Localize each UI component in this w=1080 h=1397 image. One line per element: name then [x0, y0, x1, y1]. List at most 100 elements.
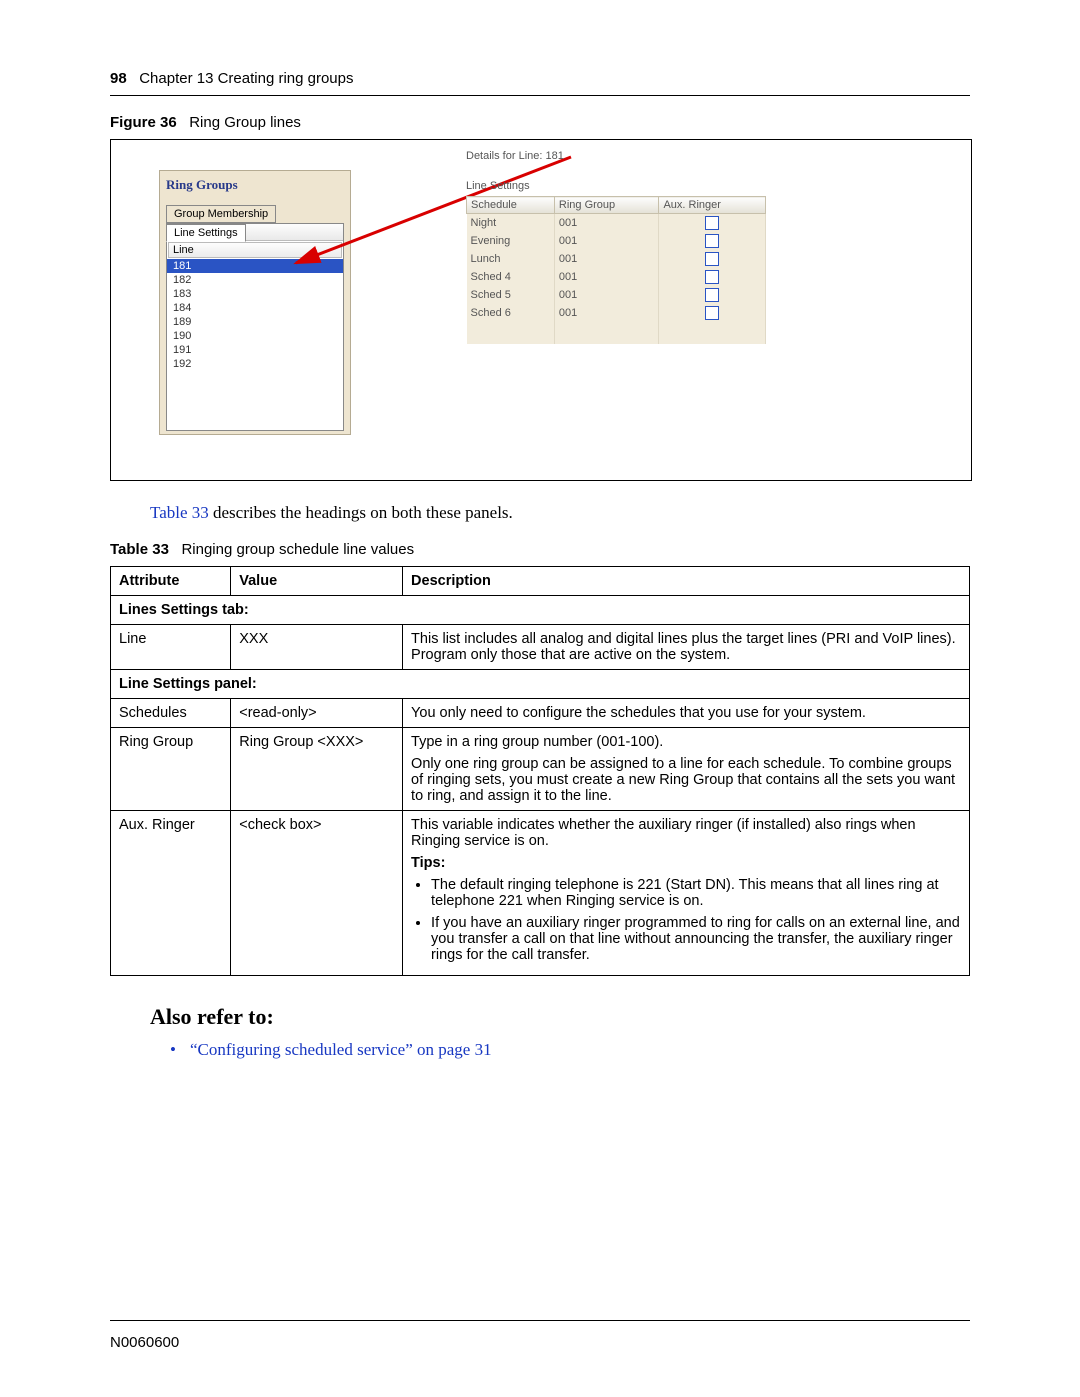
tips-label: Tips: [411, 855, 961, 871]
line-item[interactable]: 191 [167, 343, 343, 357]
checkbox-icon[interactable] [705, 270, 719, 284]
checkbox-icon[interactable] [705, 288, 719, 302]
chapter-title: Chapter 13 Creating ring groups [139, 70, 353, 87]
t33-row: Aux. Ringer <check box> This variable in… [111, 811, 970, 976]
t33-section-panel: Line Settings panel: [111, 670, 970, 699]
lines-tab-body: Lines Line 181 182 183 184 189 190 191 1… [166, 223, 344, 431]
line-item[interactable]: 184 [167, 301, 343, 315]
cell-ring-group: 001 [554, 250, 659, 268]
t33-desc-line: Only one ring group can be assigned to a… [411, 756, 961, 804]
details-title: Details for Line: 181 [466, 150, 766, 162]
cell-aux[interactable] [659, 286, 766, 304]
t33-attr: Line [111, 625, 231, 670]
cell-schedule: Sched 5 [467, 286, 555, 304]
cell-schedule: Sched 6 [467, 304, 555, 322]
t33-attr: Schedules [111, 699, 231, 728]
t33-section-label: Lines Settings tab: [111, 596, 970, 625]
refer-link[interactable]: “Configuring scheduled service” on page … [170, 1040, 492, 1059]
t33-row: Schedules <read-only> You only need to c… [111, 699, 970, 728]
t33-section-label: Line Settings panel: [111, 670, 970, 699]
cell-schedule: Sched 4 [467, 268, 555, 286]
table33-link[interactable]: Table 33 [150, 503, 209, 522]
t33-attr: Aux. Ringer [111, 811, 231, 976]
line-list[interactable]: 181 182 183 184 189 190 191 192 [167, 259, 343, 430]
t33-h-value: Value [231, 567, 403, 596]
t33-desc: This list includes all analog and digita… [403, 625, 970, 670]
t33-row: Line XXX This list includes all analog a… [111, 625, 970, 670]
line-settings-label: Line Settings [466, 180, 766, 192]
details-panel: Details for Line: 181 Line Settings Sche… [466, 150, 766, 344]
t33-desc: Type in a ring group number (001-100). O… [403, 728, 970, 811]
t33-desc-line: This variable indicates whether the auxi… [411, 817, 961, 849]
checkbox-icon[interactable] [705, 234, 719, 248]
tab-group-membership[interactable]: Group Membership [166, 205, 276, 223]
cell-ring-group: 001 [554, 268, 659, 286]
table-row[interactable]: Sched 6 001 [467, 304, 766, 322]
page-number: 98 [110, 70, 127, 87]
table33: Attribute Value Description Lines Settin… [110, 566, 970, 976]
t33-section-lines: Lines Settings tab: [111, 596, 970, 625]
figure-label: Figure 36 [110, 114, 177, 131]
table-row[interactable]: Lunch 001 [467, 250, 766, 268]
table33-caption: Table 33 Ringing group schedule line val… [110, 541, 970, 558]
col-ring-group[interactable]: Ring Group [554, 197, 659, 214]
t33-h-attribute: Attribute [111, 567, 231, 596]
t33-val: <check box> [231, 811, 403, 976]
col-aux-ringer[interactable]: Aux. Ringer [659, 197, 766, 214]
doc-id: N0060600 [110, 1334, 179, 1351]
checkbox-icon[interactable] [705, 216, 719, 230]
line-item[interactable]: 189 [167, 315, 343, 329]
tip-item: If you have an auxiliary ringer programm… [431, 915, 961, 963]
cell-ring-group: 001 [554, 232, 659, 250]
body-rest: describes the headings on both these pan… [209, 503, 513, 522]
col-schedule[interactable]: Schedule [467, 197, 555, 214]
t33-val: XXX [231, 625, 403, 670]
also-refer-heading: Also refer to: [150, 1004, 970, 1030]
t33-attr: Ring Group [111, 728, 231, 811]
figure-caption: Figure 36 Ring Group lines [110, 114, 970, 131]
page-header: 98 Chapter 13 Creating ring groups [110, 70, 970, 96]
table-row[interactable]: Night 001 [467, 214, 766, 233]
cell-aux[interactable] [659, 232, 766, 250]
cell-schedule: Night [467, 214, 555, 233]
cell-aux[interactable] [659, 304, 766, 322]
t33-desc: This variable indicates whether the auxi… [403, 811, 970, 976]
table-row[interactable]: Evening 001 [467, 232, 766, 250]
line-item[interactable]: 192 [167, 357, 343, 371]
cell-schedule: Lunch [467, 250, 555, 268]
t33-desc: You only need to configure the schedules… [403, 699, 970, 728]
cell-ring-group: 001 [554, 286, 659, 304]
t33-h-description: Description [403, 567, 970, 596]
cell-ring-group: 001 [554, 304, 659, 322]
tab-line-settings[interactable]: Line Settings [166, 224, 246, 242]
checkbox-icon[interactable] [705, 306, 719, 320]
figure-title: Ring Group lines [189, 114, 301, 131]
table-row[interactable]: Sched 5 001 [467, 286, 766, 304]
ring-groups-panel: Ring Groups Group MembershipLine Setting… [159, 170, 351, 435]
cell-aux[interactable] [659, 214, 766, 233]
ring-groups-title: Ring Groups [160, 171, 350, 197]
cell-aux[interactable] [659, 250, 766, 268]
line-item[interactable]: 190 [167, 329, 343, 343]
table33-label: Table 33 [110, 541, 169, 558]
t33-val: Ring Group <XXX> [231, 728, 403, 811]
body-sentence: Table 33 describes the headings on both … [150, 503, 970, 523]
figure-box: Ring Groups Group MembershipLine Setting… [110, 139, 972, 481]
cell-schedule: Evening [467, 232, 555, 250]
t33-val: <read-only> [231, 699, 403, 728]
line-settings-table: Schedule Ring Group Aux. Ringer Night 00… [466, 196, 766, 344]
t33-row: Ring Group Ring Group <XXX> Type in a ri… [111, 728, 970, 811]
line-item[interactable]: 183 [167, 287, 343, 301]
cell-ring-group: 001 [554, 214, 659, 233]
table-row-blank [467, 322, 766, 344]
table33-title: Ringing group schedule line values [181, 541, 414, 558]
tip-item: The default ringing telephone is 221 (St… [431, 877, 961, 909]
t33-desc-line: Type in a ring group number (001-100). [411, 734, 961, 750]
line-item[interactable]: 181 [167, 259, 343, 273]
cell-aux[interactable] [659, 268, 766, 286]
line-item[interactable]: 182 [167, 273, 343, 287]
checkbox-icon[interactable] [705, 252, 719, 266]
line-column-header: Line [168, 242, 342, 258]
footer-rule [110, 1320, 970, 1321]
table-row[interactable]: Sched 4 001 [467, 268, 766, 286]
